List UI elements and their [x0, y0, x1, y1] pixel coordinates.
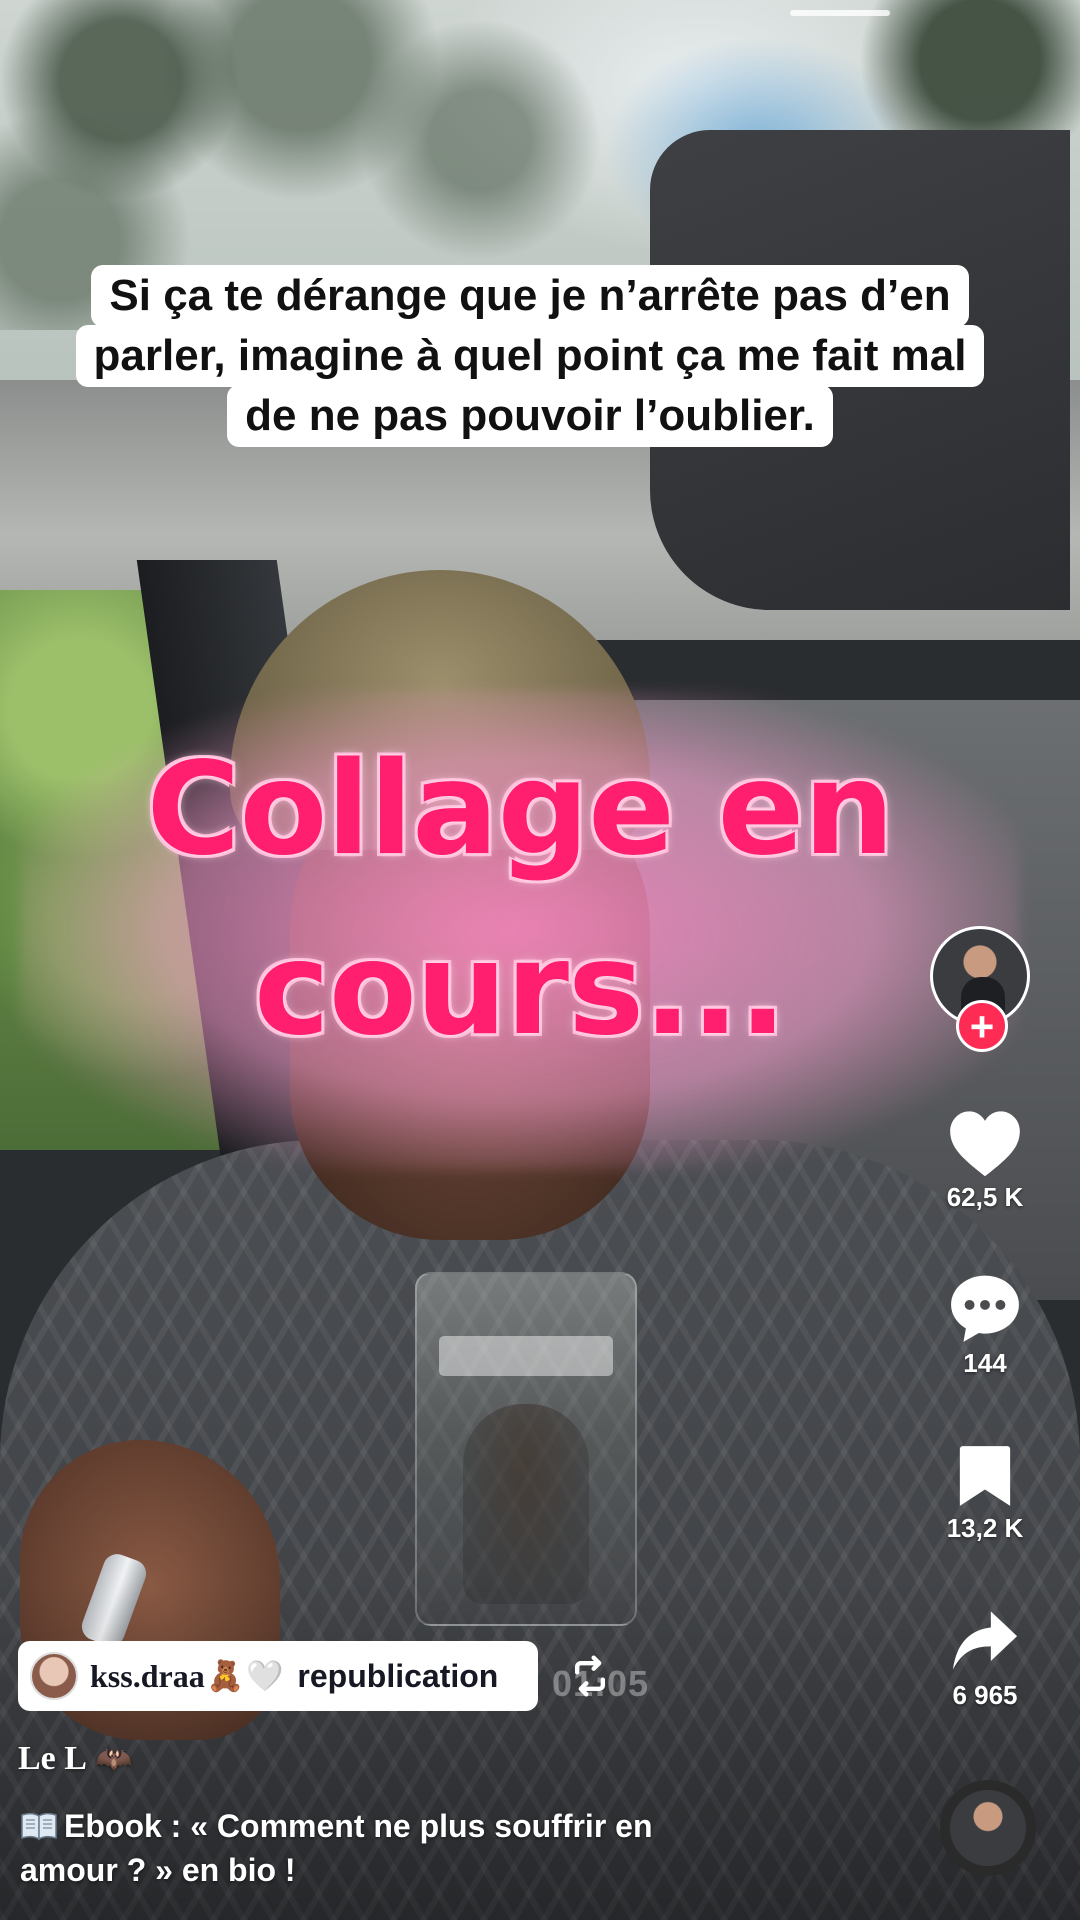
repost-badge[interactable]: kss.draa 🧸 🤍 republication [18, 1641, 538, 1711]
bat-emoji: 🦇 [94, 1743, 133, 1776]
repost-preview-card [415, 1272, 637, 1626]
reposter-username: kss.draa [90, 1657, 205, 1694]
status-indicator [790, 10, 890, 16]
collage-line-2: cours... [253, 915, 787, 1064]
repeat-icon [574, 1655, 606, 1697]
caption-line: Si ça te dérange que je n’arrête pas d’e… [91, 265, 969, 327]
preview-caption [439, 1336, 613, 1376]
comment-icon [951, 1275, 1019, 1342]
caption-line: de ne pas pouvoir l’oublier. [227, 385, 833, 447]
collage-status: Collage en cours... [40, 720, 1000, 1080]
teddy-bear-emoji: 🧸 [206, 1659, 245, 1693]
book-icon [21, 1812, 57, 1841]
heart-icon [950, 1111, 1020, 1177]
description-line-1: Ebook : « Comment ne plus souffrir en [64, 1808, 653, 1844]
author-name[interactable]: Le L 🦇 [18, 1740, 132, 1778]
description-line-2: amour ? » en bio ! [20, 1852, 296, 1888]
comment-button[interactable]: 144 [930, 1272, 1040, 1379]
follow-button[interactable]: + [956, 1000, 1008, 1052]
repost-label: republication [297, 1657, 499, 1694]
share-button[interactable]: 6 965 [930, 1608, 1040, 1711]
share-count: 6 965 [952, 1680, 1018, 1710]
white-heart-emoji: 🤍 [246, 1659, 284, 1693]
share-icon [952, 1611, 1018, 1670]
preview-person [463, 1404, 589, 1604]
like-button[interactable]: 62,5 K [930, 1108, 1040, 1213]
music-disc[interactable] [940, 1780, 1036, 1876]
collage-line-1: Collage en [146, 735, 895, 884]
reposter-avatar [30, 1652, 78, 1700]
bookmark-count: 13,2 K [946, 1513, 1024, 1543]
comment-count: 144 [963, 1348, 1007, 1378]
caption-line: parler, imagine à quel point ça me fait … [75, 325, 985, 387]
video-description[interactable]: Ebook : « Comment ne plus souffrir en am… [20, 1804, 780, 1892]
like-count: 62,5 K [946, 1182, 1024, 1212]
video-caption: Si ça te dérange que je n’arrête pas d’e… [0, 265, 1060, 447]
plus-icon: + [969, 1003, 995, 1050]
author-label: Le L [18, 1740, 87, 1777]
bookmark-icon [959, 1446, 1011, 1506]
bookmark-button[interactable]: 13,2 K [930, 1443, 1040, 1544]
